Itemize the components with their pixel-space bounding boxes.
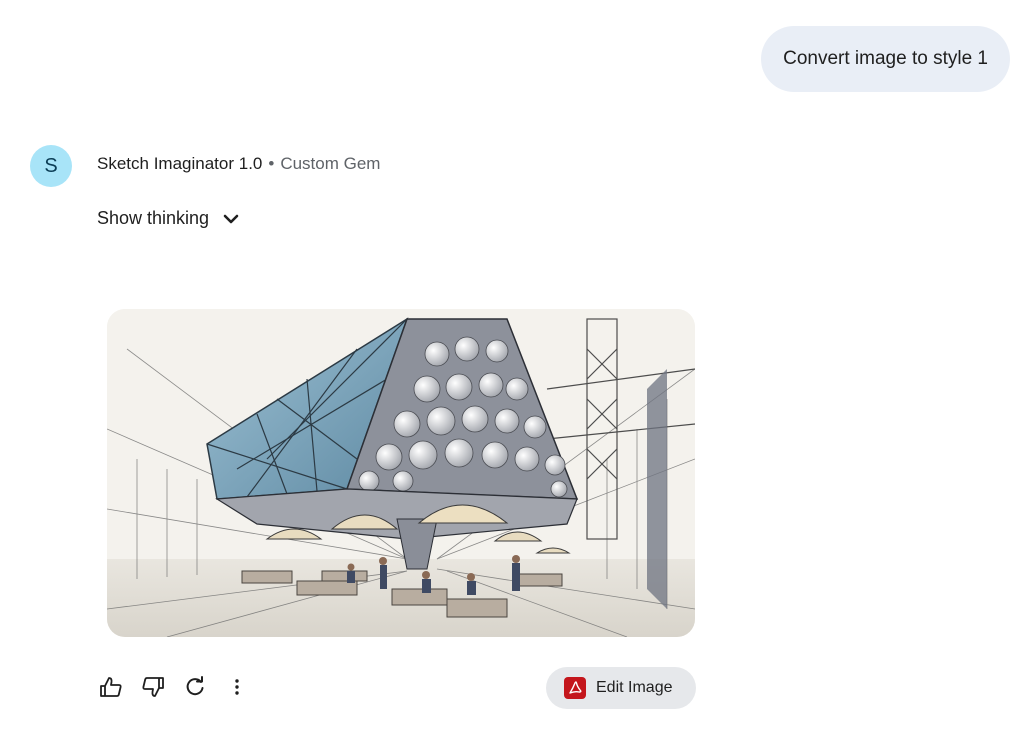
- user-prompt-text: Convert image to style 1: [783, 48, 988, 69]
- thumbs-down-button[interactable]: [138, 672, 168, 702]
- edit-image-button[interactable]: Edit Image: [546, 667, 696, 709]
- thumbs-up-button[interactable]: [96, 672, 126, 702]
- avatar-letter: S: [44, 154, 58, 177]
- thumbs-down-icon: [142, 677, 164, 697]
- gem-avatar: S: [30, 145, 72, 187]
- gem-type: Custom Gem: [280, 154, 381, 173]
- chevron-down-icon: [223, 214, 239, 223]
- architectural-sketch-image: [107, 309, 695, 637]
- gem-separator: •: [268, 154, 275, 173]
- more-vert-icon: [235, 679, 239, 695]
- gem-name: Sketch Imaginator 1.0: [97, 154, 263, 173]
- redo-button[interactable]: [180, 672, 210, 702]
- generated-image[interactable]: [107, 309, 695, 637]
- more-options-button[interactable]: [222, 672, 252, 702]
- thumbs-up-icon: [100, 677, 122, 697]
- edit-image-label: Edit Image: [596, 679, 673, 696]
- chat-page: Convert image to style 1 S Sketch Imagin…: [0, 0, 1024, 748]
- show-thinking-label: Show thinking: [97, 208, 210, 228]
- user-prompt-bubble: Convert image to style 1: [761, 26, 1010, 92]
- acrobat-icon: [564, 677, 586, 699]
- redo-icon: [186, 676, 204, 696]
- response-actions: [96, 672, 264, 702]
- show-thinking-toggle[interactable]: Show thinking: [97, 208, 239, 229]
- gem-header: Sketch Imaginator 1.0 • Custom Gem: [97, 154, 380, 174]
